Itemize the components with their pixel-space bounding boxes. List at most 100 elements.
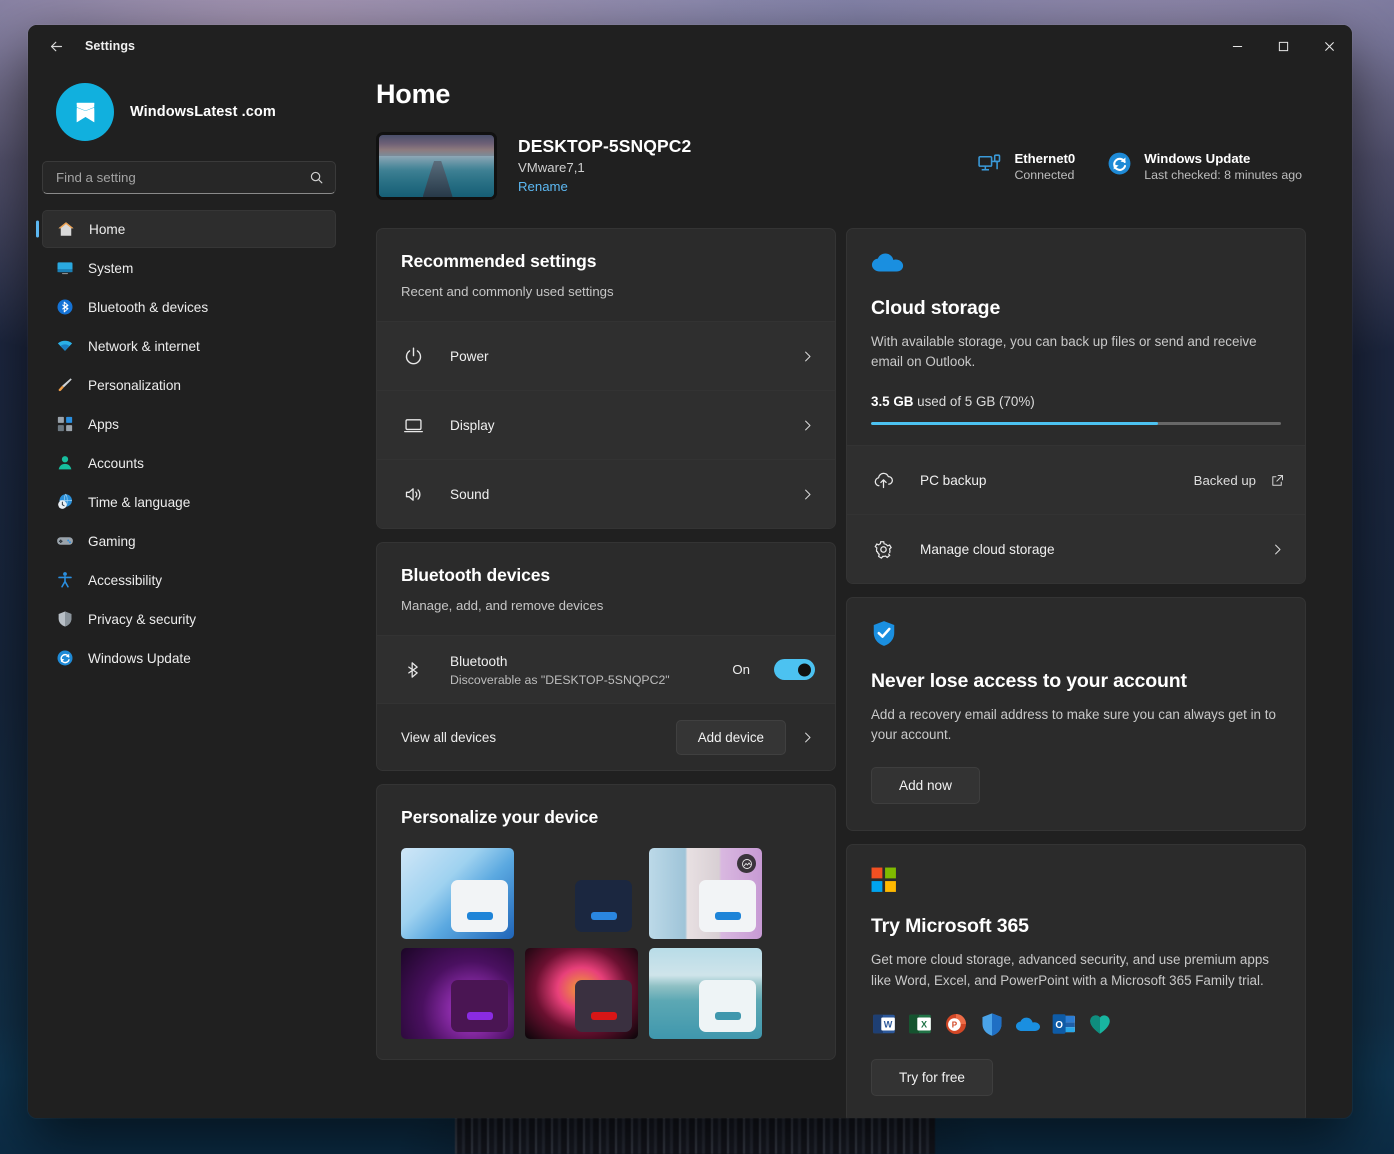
recommended-row-sound[interactable]: Sound (377, 459, 835, 528)
theme-lakeside-view[interactable] (649, 948, 762, 1039)
device-name: DESKTOP-5SNQPC2 (518, 136, 691, 157)
try-for-free-button[interactable]: Try for free (871, 1059, 993, 1096)
chevron-right-icon (800, 418, 815, 433)
sidebar-item-home[interactable]: Home (42, 210, 336, 248)
themes-grid (401, 848, 811, 1039)
sidebar-item-privacy-security[interactable]: Privacy & security (42, 600, 336, 638)
sidebar-item-network-internet[interactable]: Network & internet (42, 327, 336, 365)
power-icon (401, 346, 425, 367)
recommended-row-power[interactable]: Power (377, 321, 835, 390)
external-link-icon (1270, 473, 1285, 488)
sidebar-item-time-language[interactable]: Time & language (42, 483, 336, 521)
status-windows-update[interactable]: Windows Update Last checked: 8 minutes a… (1107, 151, 1302, 182)
theme-windows-light-bloom[interactable] (401, 848, 514, 939)
sidebar-item-bluetooth-devices[interactable]: Bluetooth & devices (42, 288, 336, 326)
account-name: WindowsLatest .com (130, 104, 276, 120)
theme-window-preview (451, 880, 508, 932)
display-icon (401, 415, 425, 436)
bluetooth-texts: Bluetooth Discoverable as "DESKTOP-5SNQP… (450, 653, 670, 687)
theme-window-preview (699, 980, 756, 1032)
minimize-button[interactable] (1214, 25, 1260, 67)
card-title: Recommended settings (401, 251, 811, 272)
chevron-right-icon (800, 487, 815, 502)
microsoft-365-body: Try Microsoft 365 Get more cloud storage… (847, 845, 1305, 1118)
back-button[interactable] (38, 31, 74, 61)
bluetooth-footer[interactable]: View all devices Add device (377, 703, 835, 770)
sound-icon (401, 484, 425, 505)
microsoft-365-app-icons: W X (871, 1011, 1281, 1037)
card-subtitle: Recent and commonly used settings (401, 282, 811, 301)
rename-link[interactable]: Rename (518, 179, 568, 194)
privacy-security-icon (55, 610, 74, 629)
account-recovery-body: Never lose access to your account Add a … (847, 598, 1305, 830)
defender-icon (979, 1011, 1005, 1037)
close-button[interactable] (1306, 25, 1352, 67)
search-icon (309, 170, 324, 185)
theme-accent-bar (715, 912, 741, 920)
personalize-device-card: Personalize your device (376, 784, 836, 1060)
theme-spring-flowers[interactable] (649, 848, 762, 939)
bluetooth-toggle-row[interactable]: Bluetooth Discoverable as "DESKTOP-5SNQP… (377, 635, 835, 703)
svg-text:O: O (1055, 1020, 1063, 1031)
theme-slideshow-badge (737, 854, 756, 873)
row-label: PC backup (920, 473, 987, 488)
theme-windows-dark-bloom[interactable] (525, 848, 638, 939)
svg-text:W: W (884, 1019, 893, 1029)
card-title: Bluetooth devices (401, 565, 811, 586)
status-ethernet[interactable]: Ethernet0 Connected (977, 151, 1075, 182)
cloud-storage-card: Cloud storage With available storage, yo… (846, 228, 1306, 584)
view-all-devices-link[interactable]: View all devices (401, 730, 496, 745)
add-now-button[interactable]: Add now (871, 767, 980, 804)
status-title: Windows Update (1144, 151, 1302, 166)
microsoft-logo-icon (871, 867, 1281, 893)
sidebar-item-personalization[interactable]: Personalization (42, 366, 336, 404)
windows-update-icon (55, 649, 74, 668)
sidebar-item-system[interactable]: System (42, 249, 336, 287)
bluetooth-header: Bluetooth devices Manage, add, and remov… (377, 543, 835, 635)
sidebar-item-label: Accessibility (88, 573, 162, 588)
account-block[interactable]: WindowsLatest .com (42, 67, 336, 159)
search-box[interactable] (42, 161, 336, 194)
search-input[interactable] (56, 170, 309, 185)
shield-check-icon (871, 620, 1281, 648)
theme-window-preview (575, 980, 632, 1032)
home-icon (56, 220, 75, 239)
left-column: Recommended settings Recent and commonly… (376, 228, 836, 1118)
theme-colorful-petals[interactable] (525, 948, 638, 1039)
row-label: Manage cloud storage (920, 542, 1055, 557)
sidebar-item-label: Windows Update (88, 651, 191, 666)
sidebar-item-accessibility[interactable]: Accessibility (42, 561, 336, 599)
network-icon (55, 337, 74, 356)
settings-window: Settings (28, 25, 1352, 1118)
maximize-button[interactable] (1260, 25, 1306, 67)
row-trailing (800, 418, 815, 433)
onedrive-icon (1015, 1011, 1041, 1037)
theme-accent-bar (467, 912, 493, 920)
sidebar-item-apps[interactable]: Apps (42, 405, 336, 443)
theme-purple-glow[interactable] (401, 948, 514, 1039)
sidebar-item-gaming[interactable]: Gaming (42, 522, 336, 560)
recommended-row-display[interactable]: Display (377, 390, 835, 459)
right-column: Cloud storage With available storage, yo… (846, 228, 1306, 1118)
sidebar-item-label: Apps (88, 417, 119, 432)
bluetooth-toggle[interactable] (774, 659, 815, 680)
sidebar-item-accounts[interactable]: Accounts (42, 444, 336, 482)
chevron-right-icon (800, 730, 815, 745)
card-subtitle: Manage, add, and remove devices (401, 596, 811, 615)
pc-backup-row[interactable]: PC backup Backed up (847, 445, 1305, 514)
row-trailing (1270, 542, 1285, 557)
bluetooth-footer-actions: Add device (676, 720, 815, 755)
device-thumbnail (376, 132, 497, 200)
add-device-button[interactable]: Add device (676, 720, 786, 755)
sidebar-nav: Home System (42, 210, 336, 677)
personalize-header: Personalize your device (377, 785, 835, 1059)
sidebar-item-windows-update[interactable]: Windows Update (42, 639, 336, 677)
sidebar-item-label: Gaming (88, 534, 136, 549)
cloud-upload-icon (871, 470, 895, 491)
content-columns: Recommended settings Recent and commonly… (376, 228, 1306, 1118)
manage-cloud-storage-row[interactable]: Manage cloud storage (847, 514, 1305, 583)
window-title: Settings (85, 39, 135, 53)
svg-text:X: X (921, 1019, 927, 1029)
personalization-icon (55, 376, 74, 395)
chevron-right-icon (1270, 542, 1285, 557)
